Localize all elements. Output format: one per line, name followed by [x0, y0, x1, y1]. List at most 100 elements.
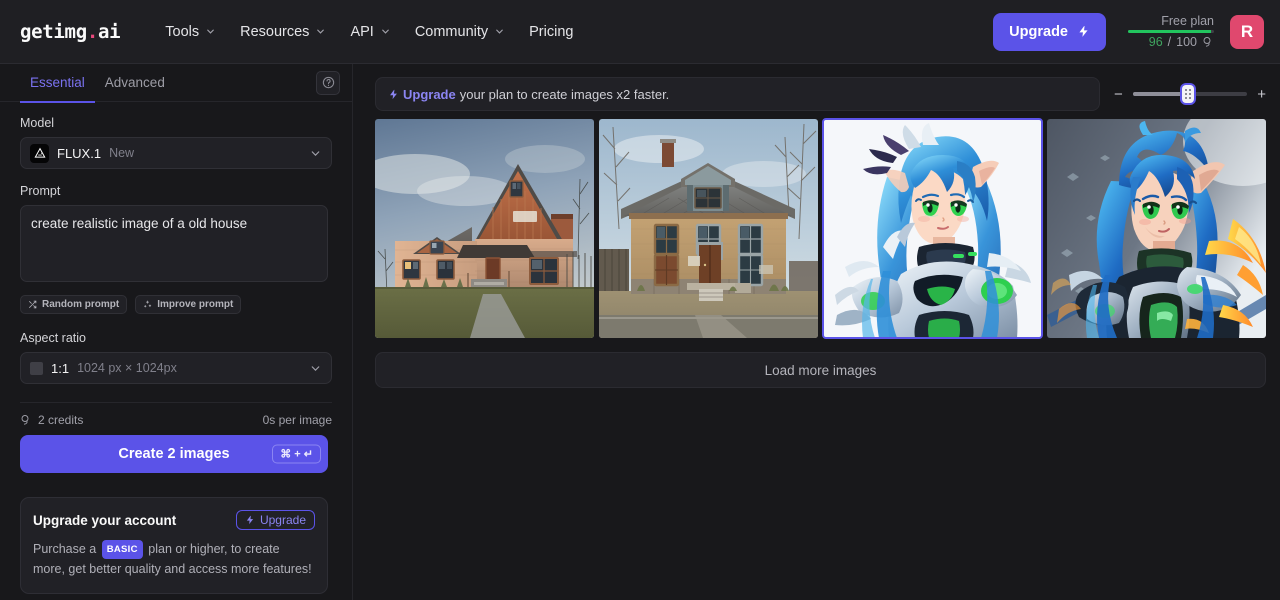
plan-badge-basic: BASIC: [101, 540, 143, 560]
sparkles-icon: [143, 300, 152, 309]
nav-item-api[interactable]: API: [338, 17, 402, 47]
avatar[interactable]: R: [1230, 14, 1264, 49]
sidebar-tabs: Essential Advanced: [0, 64, 352, 103]
nav-item-label: API: [350, 23, 374, 40]
prompt-field: Prompt Random prompt Improve prompt: [20, 184, 332, 314]
prompt-actions: Random prompt Improve prompt: [20, 295, 332, 314]
help-button[interactable]: [316, 70, 340, 95]
speed-label: 0s per image: [262, 413, 332, 427]
random-prompt-button[interactable]: Random prompt: [20, 295, 128, 314]
model-badge-new: New: [109, 146, 135, 160]
credits-total: 100: [1176, 35, 1197, 49]
credits-separator: /: [1167, 35, 1172, 49]
zoom-slider-fill: [1132, 92, 1188, 96]
brand-text: getimg: [20, 20, 87, 43]
tab-label: Essential: [30, 75, 85, 90]
chevron-down-icon: [494, 26, 505, 37]
zoom-slider-thumb[interactable]: [1181, 85, 1194, 103]
create-images-button[interactable]: Create 2 images ⌘ + ↵: [20, 435, 328, 473]
credits-cost: 2 credits: [20, 413, 83, 427]
top-navbar: getimg.ai Tools Resources API Community: [0, 0, 1280, 64]
chevron-down-icon: [380, 26, 391, 37]
square-icon: [30, 361, 43, 375]
nav-item-community[interactable]: Community: [403, 17, 517, 47]
aspect-ratio-select[interactable]: 1:1 1024 px × 1024px: [20, 352, 332, 384]
nav-links: Tools Resources API Community Pricing: [153, 17, 585, 47]
upgrade-card-button[interactable]: Upgrade: [235, 510, 315, 530]
upgrade-button-label: Upgrade: [1009, 23, 1068, 40]
aspect-ratio-label: Aspect ratio: [20, 331, 87, 345]
model-field: Model FLUX.1 New: [20, 116, 332, 169]
image-results-grid: [375, 118, 1266, 339]
model-value: FLUX.1: [57, 145, 102, 161]
grip-dots-icon: [1184, 89, 1191, 99]
nav-item-label: Pricing: [529, 23, 574, 40]
flux-model-icon: [30, 143, 49, 163]
question-circle-icon: [322, 76, 335, 89]
plan-name-label: Free plan: [1161, 14, 1214, 28]
avatar-initial: R: [1240, 21, 1254, 41]
page-body: Essential Advanced Model FLUX.1 New Prom…: [0, 64, 1280, 600]
nav-item-label: Community: [414, 23, 489, 40]
nav-item-label: Tools: [165, 23, 200, 40]
upgrade-banner: Upgrade your plan to create images x2 fa…: [375, 77, 1100, 111]
upgrade-card-title: Upgrade your account: [33, 512, 177, 528]
plan-progress-fill: [1128, 30, 1211, 33]
bolt-icon: [1077, 25, 1090, 38]
chevron-down-icon: [309, 362, 322, 375]
zoom-control: − +: [1114, 77, 1266, 111]
upgrade-card-button-label: Upgrade: [259, 513, 306, 527]
plan-usage[interactable]: Free plan 96 / 100: [1120, 14, 1216, 49]
zoom-in-button[interactable]: +: [1257, 87, 1266, 102]
load-more-images-button[interactable]: Load more images: [375, 352, 1266, 388]
credits-used: 96: [1148, 35, 1163, 49]
navbar-right-group: Upgrade Free plan 96 / 100 R: [993, 12, 1264, 51]
load-more-label: Load more images: [764, 362, 877, 378]
tab-label: Advanced: [104, 75, 165, 90]
coins-icon: [20, 414, 32, 426]
image-tile-anime-blue-hair-armor-white-bg[interactable]: [822, 118, 1043, 339]
upgrade-card-header: Upgrade your account Upgrade: [33, 510, 315, 530]
tab-advanced[interactable]: Advanced: [95, 64, 175, 102]
nav-item-label: Resources: [240, 23, 310, 40]
chip-label: Random prompt: [42, 299, 120, 310]
upgrade-text-before: Purchase a: [33, 542, 97, 556]
upgrade-account-card: Upgrade your account Upgrade Purchase a …: [20, 497, 328, 595]
brand-dot: .: [86, 20, 98, 43]
model-select[interactable]: FLUX.1 New: [20, 137, 332, 169]
improve-prompt-button[interactable]: Improve prompt: [135, 295, 242, 314]
tab-essential[interactable]: Essential: [20, 64, 95, 103]
banner-link-label: Upgrade: [403, 86, 456, 102]
banner-upgrade-link[interactable]: Upgrade: [388, 87, 456, 102]
upgrade-button[interactable]: Upgrade: [993, 12, 1106, 51]
sidebar: Essential Advanced Model FLUX.1 New Prom…: [0, 64, 353, 600]
plan-credit-count: 96 / 100: [1149, 35, 1214, 49]
main-toolbar: Upgrade your plan to create images x2 fa…: [375, 77, 1266, 111]
shuffle-icon: [28, 300, 37, 309]
chevron-down-icon: [315, 26, 326, 37]
plan-progress-bar: [1128, 30, 1214, 33]
banner-text: your plan to create images x2 faster.: [459, 86, 670, 102]
chip-label: Improve prompt: [157, 299, 234, 310]
nav-item-tools[interactable]: Tools: [153, 17, 228, 47]
image-tile-old-house-tan-stucco[interactable]: [599, 119, 818, 338]
chevron-down-icon: [309, 147, 322, 160]
credits-cost-label: 2 credits: [38, 413, 84, 427]
model-label: Model: [20, 116, 55, 130]
chevron-down-icon: [205, 26, 216, 37]
main-content: Upgrade your plan to create images x2 fa…: [353, 64, 1280, 600]
nav-item-pricing[interactable]: Pricing: [517, 17, 585, 47]
bolt-icon: [245, 515, 255, 525]
brand-logo[interactable]: getimg.ai: [20, 20, 121, 43]
image-tile-anime-blue-hair-armor-glow[interactable]: [1047, 119, 1266, 338]
nav-item-resources[interactable]: Resources: [228, 17, 338, 47]
upgrade-card-text: Purchase a BASIC plan or higher, to crea…: [33, 539, 315, 579]
prompt-input[interactable]: [20, 205, 328, 282]
zoom-slider[interactable]: [1132, 85, 1248, 103]
image-tile-old-house-brick-sunset[interactable]: [375, 119, 594, 338]
brand-suffix: ai: [97, 20, 121, 43]
prompt-label: Prompt: [20, 184, 61, 198]
zoom-out-button[interactable]: −: [1114, 87, 1123, 102]
keyboard-shortcut-badge: ⌘ + ↵: [272, 444, 321, 464]
bolt-icon: [388, 89, 399, 100]
